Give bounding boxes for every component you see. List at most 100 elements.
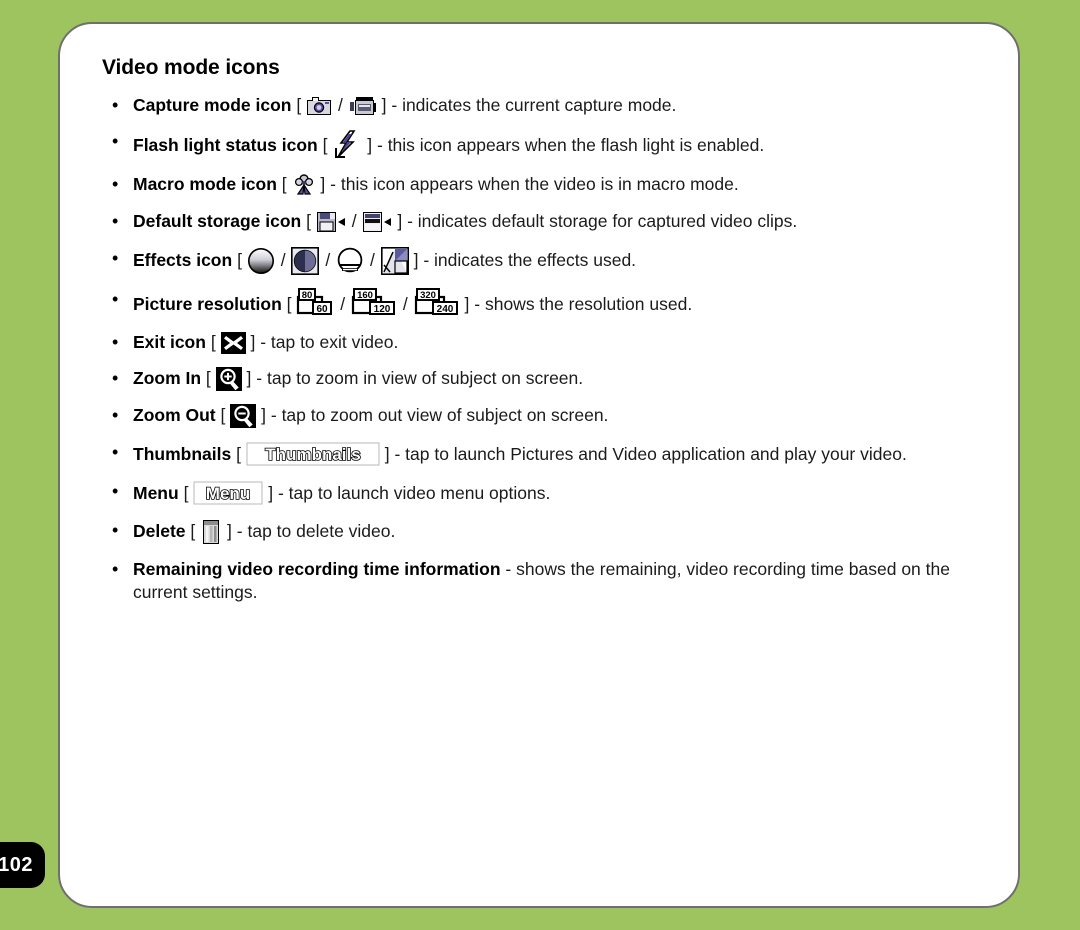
svg-text:60: 60	[317, 304, 329, 315]
thumbnails-label: Thumbnails	[133, 444, 232, 464]
open-bracket: [	[322, 135, 328, 155]
zoom-out-icon	[230, 404, 257, 428]
close-bracket: ]	[261, 405, 266, 425]
list-item-zoom-in: Zoom In [ ] - tap to zoom in view of sub…	[100, 367, 988, 391]
default-storage-description: - indicates default storage for captured…	[407, 211, 798, 231]
macro-mode-description: - this icon appears when the video is in…	[330, 174, 739, 194]
icon-separator: /	[369, 250, 375, 270]
delete-label: Delete	[133, 521, 186, 541]
resolution-80x60-icon: 80 60	[296, 288, 334, 318]
close-bracket: ]	[384, 444, 390, 464]
effect-normal-icon	[247, 247, 275, 275]
svg-text:160: 160	[357, 290, 373, 301]
close-bracket: ]	[381, 95, 387, 115]
open-bracket: [	[190, 521, 196, 541]
zoom-out-description: - tap to zoom out view of subject on scr…	[270, 405, 609, 425]
open-bracket: [	[296, 95, 302, 115]
effects-description: - indicates the effects used.	[423, 250, 637, 270]
picture-resolution-description: - shows the resolution used.	[474, 294, 693, 314]
resolution-160x120-icon: 160 120	[351, 288, 397, 318]
close-bracket: ]	[413, 250, 419, 270]
svg-text:Menu: Menu	[206, 484, 250, 503]
list-item-picture-resolution: Picture resolution [ 80 60 /	[100, 288, 988, 318]
memory-card-storage-icon	[316, 210, 346, 234]
list-item-effects: Effects icon [ /	[100, 247, 988, 275]
list-item-menu: Menu [ Menu ] - tap to launch video menu…	[100, 480, 988, 506]
zoom-in-icon	[215, 367, 242, 391]
delete-description: - tap to delete video.	[236, 521, 396, 541]
list-item-delete: Delete [ ] - tap to delete video.	[100, 519, 988, 545]
list-item-default-storage: Default storage icon [ /	[100, 210, 988, 234]
effect-sepia-icon	[336, 247, 364, 275]
list-item-remaining-time: Remaining video recording time informati…	[100, 558, 988, 604]
svg-text:Thumbnails: Thumbnails	[265, 445, 360, 464]
list-item-flash-light: Flash light status icon [ ] - this icon …	[100, 130, 988, 160]
page-panel: Video mode icons Capture mode icon [	[58, 22, 1020, 908]
open-bracket: [	[220, 405, 226, 425]
icon-description-list: Capture mode icon [ /	[100, 94, 988, 604]
icon-separator: /	[338, 95, 343, 115]
icon-separator: /	[402, 294, 408, 314]
default-storage-label: Default storage icon	[133, 211, 302, 231]
macro-flower-icon	[292, 173, 316, 197]
capture-mode-description: - indicates the current capture mode.	[391, 95, 677, 115]
icon-separator: /	[351, 211, 357, 231]
close-bracket: ]	[227, 521, 232, 541]
resolution-320x240-icon: 320 240	[414, 288, 460, 318]
picture-resolution-label: Picture resolution	[133, 294, 282, 314]
page-number-badge: 102	[0, 842, 45, 888]
open-bracket: [	[286, 294, 292, 314]
svg-text:240: 240	[436, 304, 453, 315]
icon-separator: /	[340, 294, 346, 314]
menu-description: - tap to launch video menu options.	[277, 483, 551, 503]
icon-separator: /	[325, 250, 331, 270]
open-bracket: [	[237, 250, 242, 270]
zoom-out-label: Zoom Out	[133, 405, 216, 425]
list-item-thumbnails: Thumbnails [ Thumbnails ] - tap to launc…	[100, 441, 988, 467]
open-bracket: [	[281, 174, 287, 194]
close-bracket: ]	[367, 135, 373, 155]
icon-separator: /	[280, 250, 286, 270]
list-item-exit: Exit icon [ ] - tap to exit video.	[100, 331, 988, 354]
remaining-time-label: Remaining video recording time informati…	[133, 559, 501, 579]
thumbnails-button-icon: Thumbnails	[246, 441, 380, 467]
flash-light-description: - this icon appears when the flash light…	[377, 135, 765, 155]
close-bracket: ]	[320, 174, 326, 194]
zoom-in-description: - tap to zoom in view of subject on scre…	[256, 368, 584, 388]
exit-x-icon	[220, 332, 246, 354]
close-bracket: ]	[246, 368, 252, 388]
list-item-macro-mode: Macro mode icon [ ] - this icon appears …	[100, 173, 988, 197]
video-camera-icon	[349, 96, 377, 117]
effect-negative-icon	[380, 247, 409, 275]
camera-icon	[306, 96, 332, 117]
flash-light-label: Flash light status icon	[133, 135, 318, 155]
capture-mode-label: Capture mode icon	[133, 95, 292, 115]
exit-label: Exit icon	[133, 332, 206, 352]
flash-lightning-icon	[332, 130, 362, 160]
zoom-in-label: Zoom In	[133, 368, 202, 388]
effect-grayscale-icon	[291, 247, 320, 275]
open-bracket: [	[205, 368, 211, 388]
svg-text:80: 80	[302, 290, 313, 301]
close-bracket: ]	[250, 332, 256, 352]
exit-description: - tap to exit video.	[260, 332, 399, 352]
menu-button-icon: Menu	[193, 480, 263, 506]
delete-trash-icon	[200, 519, 222, 545]
open-bracket: [	[306, 211, 311, 231]
list-item-zoom-out: Zoom Out [ ] - tap to zoom out view of s…	[100, 404, 988, 428]
open-bracket: [	[183, 483, 189, 503]
close-bracket: ]	[397, 211, 403, 231]
menu-label: Menu	[133, 483, 179, 503]
close-bracket: ]	[464, 294, 470, 314]
page-title: Video mode icons	[102, 56, 280, 79]
open-bracket: [	[210, 332, 216, 352]
page-content: Video mode icons Capture mode icon [	[100, 56, 988, 617]
effects-label: Effects icon	[133, 250, 233, 270]
svg-text:320: 320	[420, 290, 436, 301]
thumbnails-description: - tap to launch Pictures and Video appli…	[394, 444, 907, 464]
close-bracket: ]	[268, 483, 274, 503]
internal-storage-icon	[362, 210, 392, 234]
list-item-capture-mode: Capture mode icon [ /	[100, 94, 988, 117]
svg-text:120: 120	[374, 304, 391, 315]
open-bracket: [	[236, 444, 241, 464]
